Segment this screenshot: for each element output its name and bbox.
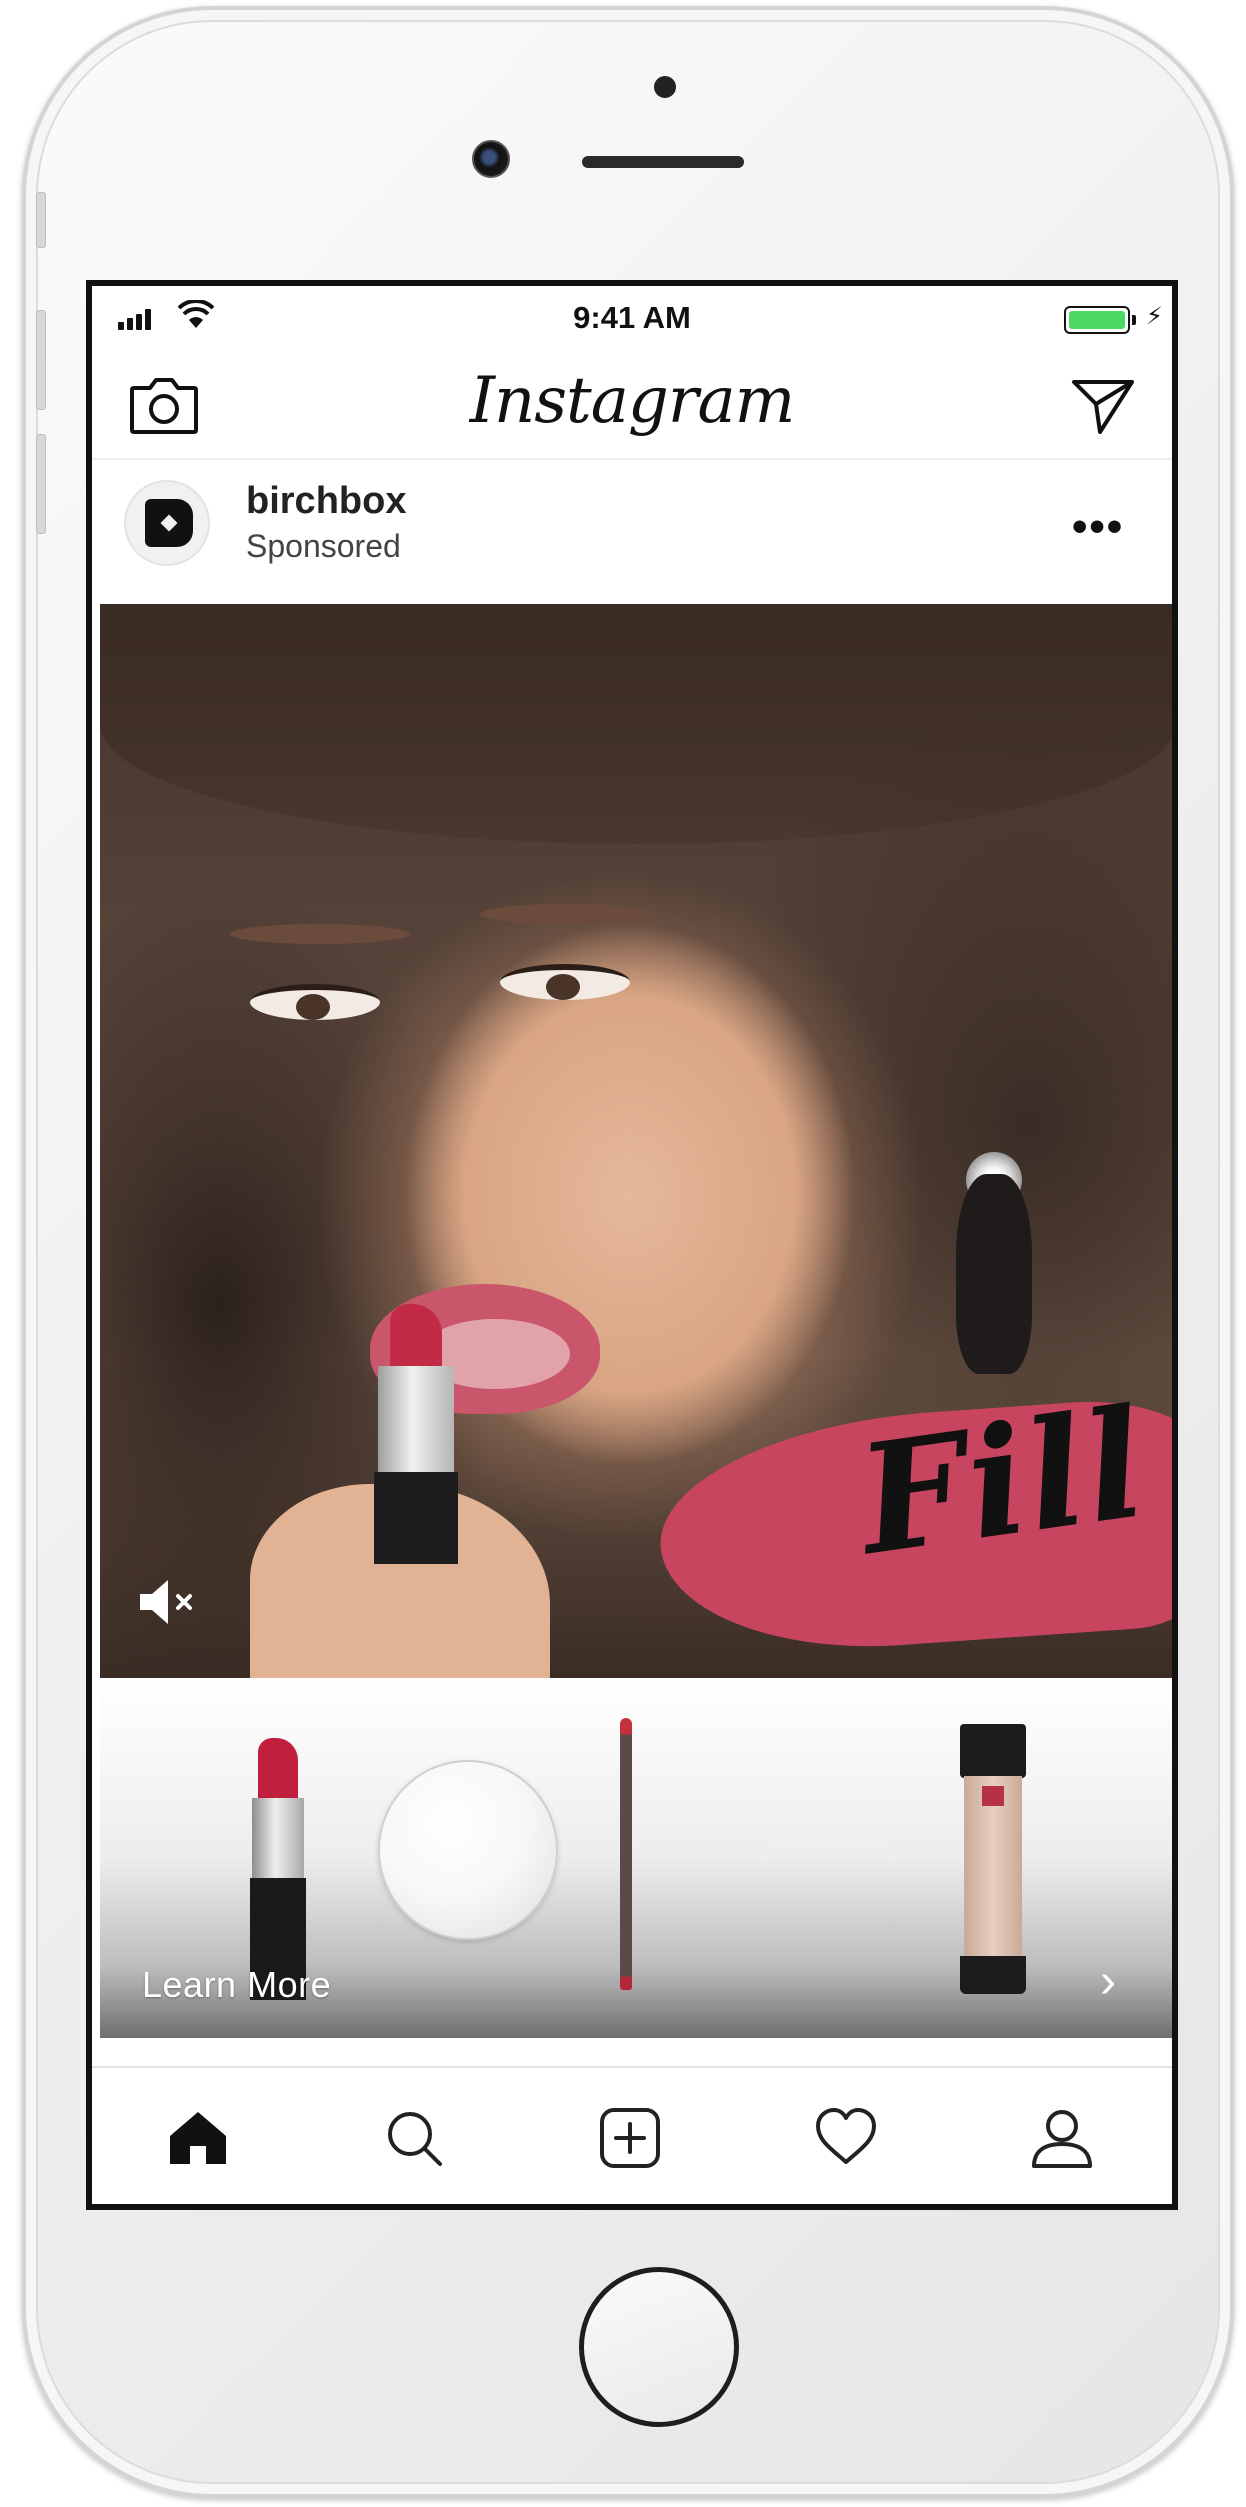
product-foundation[interactable]: [960, 1724, 1026, 1994]
avatar[interactable]: [124, 480, 210, 566]
front-camera: [472, 140, 510, 178]
proximity-sensor: [654, 76, 676, 98]
post-username[interactable]: birchbox: [246, 480, 406, 523]
more-options-icon[interactable]: •••: [1072, 502, 1124, 552]
product-lip-pencil[interactable]: [620, 1718, 632, 1990]
post-header: birchbox Sponsored •••: [92, 462, 1172, 592]
ringer-switch: [36, 192, 46, 248]
activity-heart-icon[interactable]: [810, 2102, 882, 2174]
battery-icon: [1064, 306, 1130, 334]
earpiece-speaker: [582, 156, 744, 168]
volume-up-button: [36, 310, 46, 410]
product-lipstick[interactable]: [250, 1738, 306, 2000]
status-time: 9:41 AM: [573, 300, 691, 335]
home-button[interactable]: [579, 2267, 739, 2427]
bottom-tab-bar: [92, 2066, 1172, 2204]
lipstick-in-hand: [368, 1304, 464, 1564]
charging-bolt-icon: ⚡: [1146, 303, 1163, 330]
learn-more-link[interactable]: Learn More: [142, 1964, 331, 2006]
product-compact[interactable]: [378, 1760, 558, 1940]
new-post-icon[interactable]: [594, 2102, 666, 2174]
direct-message-icon[interactable]: [1070, 376, 1136, 436]
birchbox-logo-icon: [145, 499, 193, 547]
chevron-right-icon[interactable]: ›: [1100, 1954, 1116, 2009]
search-icon[interactable]: [378, 2102, 450, 2174]
post-video[interactable]: Fill: [100, 604, 1172, 1678]
status-bar: 9:41 AM ⚡: [92, 286, 1172, 348]
profile-icon[interactable]: [1026, 2102, 1098, 2174]
volume-down-button: [36, 434, 46, 534]
muted-speaker-icon[interactable]: [136, 1572, 200, 1632]
phone-screen: 9:41 AM ⚡ Instagram birchbox Sponsored •…: [86, 280, 1178, 2210]
app-header: Instagram: [92, 348, 1172, 460]
sponsored-label: Sponsored: [246, 528, 401, 564]
shoppable-products[interactable]: Learn More ›: [100, 1678, 1172, 2038]
home-icon[interactable]: [162, 2102, 234, 2174]
instagram-logo: Instagram: [469, 364, 796, 438]
